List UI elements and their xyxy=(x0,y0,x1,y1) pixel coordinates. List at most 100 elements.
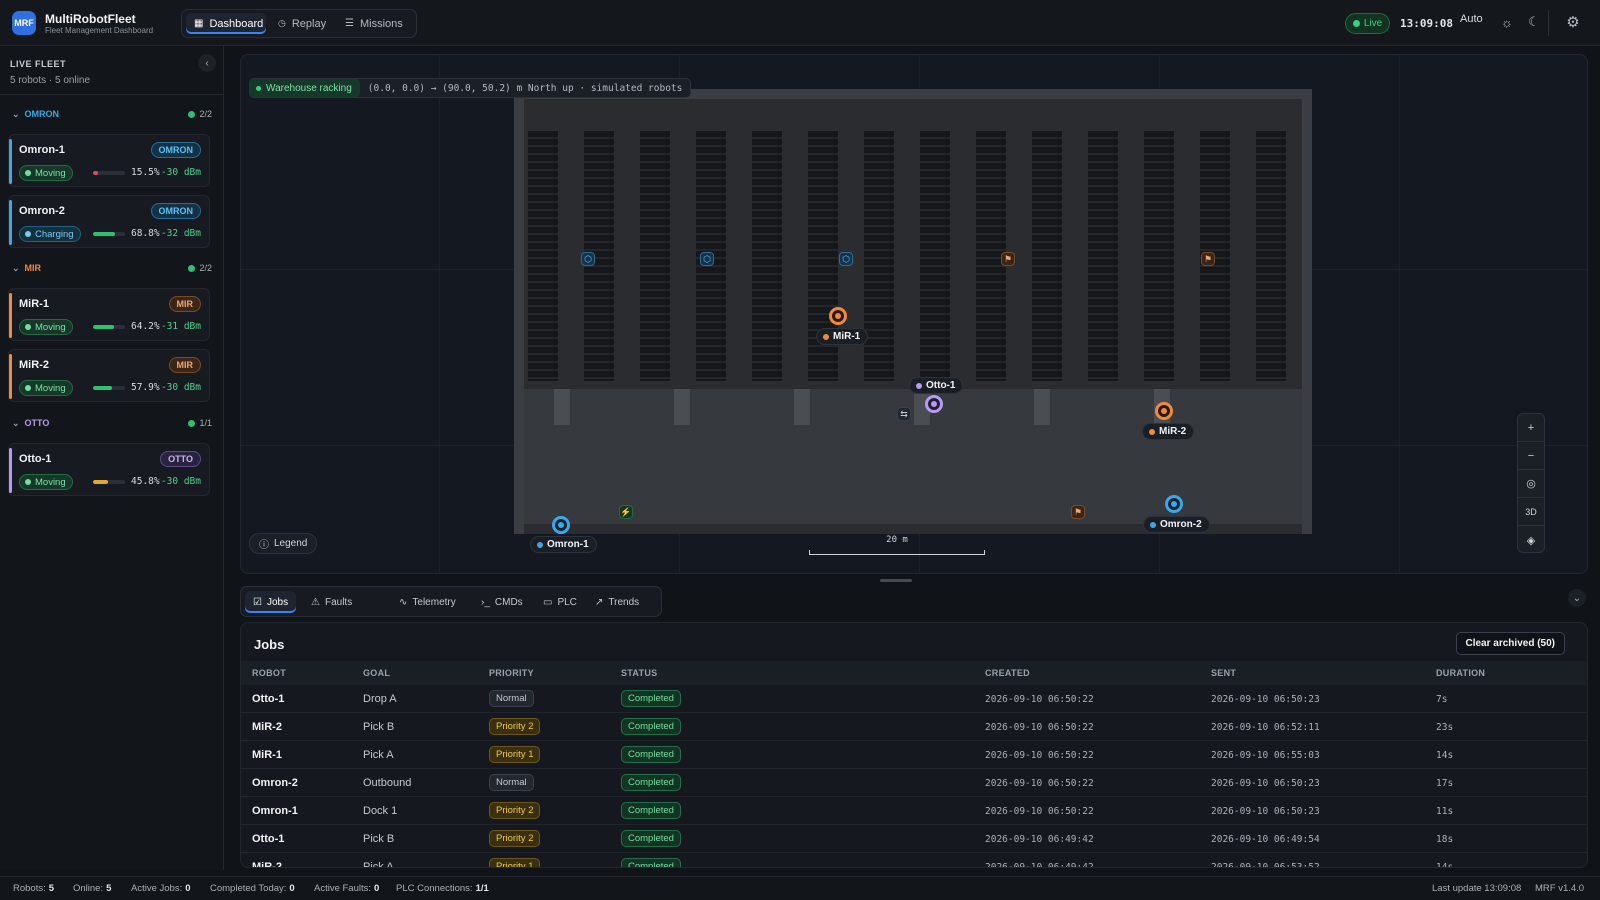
robot-label-mir-1[interactable]: MiR-1 xyxy=(816,328,869,345)
cell-goal: Outbound xyxy=(363,777,412,789)
group-header-mir[interactable]: ⌄ MIR 2/2 xyxy=(12,262,212,278)
stat-label: Online: xyxy=(73,883,104,894)
site-badge[interactable]: Warehouse racking xyxy=(250,79,360,97)
cell-goal: Pick A xyxy=(363,749,394,761)
tab-faults[interactable]: ⚠ Faults xyxy=(303,591,360,613)
fleet-map[interactable]: Warehouse racking (0.0, 0.0) → (90.0, 50… xyxy=(240,54,1588,574)
scale-line xyxy=(809,550,985,555)
charger-icon[interactable]: ⚡ xyxy=(619,505,633,519)
cell-created: 2026-09-10 06:50:22 xyxy=(985,694,1094,705)
pickup-point-icon[interactable]: ⬡ xyxy=(700,252,714,266)
robot-card-mir-1[interactable]: MiR-1 MIR Moving 64.2% -31 dBm xyxy=(8,288,210,341)
nav-tab-replay[interactable]: ◷ Replay xyxy=(270,13,334,34)
warning-icon: ⚠ xyxy=(311,596,320,608)
robot-name: Otto-1 xyxy=(19,453,52,465)
site-label: Warehouse racking xyxy=(266,82,352,94)
app-logo[interactable]: MRF xyxy=(12,11,36,35)
table-row[interactable]: MiR-2 Pick A Priority 1 Completed 2026-09-10… xyxy=(241,853,1587,868)
stat-plc: PLC Connections: 1/1 xyxy=(396,883,489,894)
table-row[interactable]: MiR-1 Pick A Priority 1 Completed 2026-09-10… xyxy=(241,741,1587,769)
rack xyxy=(752,131,782,381)
tab-cmds[interactable]: ›_ CMDs xyxy=(473,591,531,613)
collapse-panel-button[interactable]: ⌄ xyxy=(1568,589,1586,607)
col-goal[interactable]: GOAL xyxy=(363,668,390,678)
robot-label-omron-1[interactable]: Omron-1 xyxy=(530,536,597,553)
collapse-sidebar-button[interactable]: ‹ xyxy=(198,54,216,72)
table-row[interactable]: Otto-1 Drop A Normal Completed 2026-09-10 06… xyxy=(241,685,1587,713)
live-status-badge[interactable]: Live xyxy=(1345,13,1390,34)
robot-marker-omron-2[interactable] xyxy=(1165,495,1183,513)
state-text: Moving xyxy=(35,167,66,179)
waypoint-icon[interactable]: ⇆ xyxy=(897,407,911,421)
zoom-out-button[interactable]: − xyxy=(1518,442,1544,470)
legend-button[interactable]: ⓘ Legend xyxy=(249,533,318,554)
dock-door xyxy=(794,389,810,425)
warehouse-floorplan-image xyxy=(514,89,1312,534)
robot-card-otto-1[interactable]: Otto-1 OTTO Moving 45.8% -30 dBm xyxy=(8,443,210,496)
table-row[interactable]: Omron-2 Outbound Normal Completed 2026-09-10… xyxy=(241,769,1587,797)
state-dot-icon xyxy=(25,385,31,391)
pickup-point-icon[interactable]: ⬡ xyxy=(581,252,595,266)
robot-label-text: Otto-1 xyxy=(926,380,956,391)
checklist-icon: ☑ xyxy=(253,596,262,608)
moon-icon[interactable]: ☾ xyxy=(1525,13,1543,31)
zoom-in-button[interactable]: + xyxy=(1518,414,1544,442)
col-priority[interactable]: PRIORITY xyxy=(489,668,534,678)
col-robot[interactable]: ROBOT xyxy=(252,668,286,678)
tab-label: Trends xyxy=(608,596,640,608)
stat-robots: Robots: 5 xyxy=(13,883,54,894)
group-header-otto[interactable]: ⌄ OTTO 1/1 xyxy=(12,417,212,433)
gear-icon[interactable]: ⚙ xyxy=(1564,13,1582,31)
col-sent[interactable]: SENT xyxy=(1211,668,1236,678)
sun-icon[interactable]: ☼ xyxy=(1498,13,1516,31)
flag-icon[interactable]: ⚑ xyxy=(1201,252,1215,266)
robot-label-omron-2[interactable]: Omron-2 xyxy=(1143,516,1210,533)
group-count-text: 2/2 xyxy=(199,263,212,273)
col-status[interactable]: STATUS xyxy=(621,668,657,678)
robot-card-omron-2[interactable]: Omron-2 OMRON Charging 68.8% -32 dBm xyxy=(8,195,210,248)
table-row[interactable]: Otto-1 Pick B Priority 2 Completed 2026-09-1… xyxy=(241,825,1587,853)
table-row[interactable]: MiR-2 Pick B Priority 2 Completed 2026-09-10… xyxy=(241,713,1587,741)
play-icon: ◷ xyxy=(278,18,286,28)
nav-tab-dashboard[interactable]: ▦ Dashboard xyxy=(186,13,266,34)
tab-telemetry[interactable]: ∿ Telemetry xyxy=(391,591,464,613)
tab-jobs[interactable]: ☑ Jobs xyxy=(245,591,297,613)
floor-wall xyxy=(1302,89,1312,534)
tab-plc[interactable]: ▭ PLC xyxy=(535,591,585,613)
robot-marker-omron-1[interactable] xyxy=(552,516,570,534)
robot-label-otto-1[interactable]: Otto-1 xyxy=(909,377,964,394)
flag-icon[interactable]: ⚑ xyxy=(1071,505,1085,519)
layers-button[interactable]: ◈ xyxy=(1518,526,1544,554)
battery-fill xyxy=(93,386,112,390)
tab-trends[interactable]: ↗ Trends xyxy=(587,591,647,613)
state-badge: Moving xyxy=(19,380,73,396)
robot-card-mir-2[interactable]: MiR-2 MIR Moving 57.9% -30 dBm xyxy=(8,349,210,402)
pickup-point-icon[interactable]: ⬡ xyxy=(839,252,853,266)
robot-marker-mir-1[interactable] xyxy=(829,307,847,325)
panel-resize-handle[interactable] xyxy=(880,579,912,582)
layers-icon: ◈ xyxy=(1526,534,1536,547)
grid-line xyxy=(1399,55,1400,573)
clear-archived-button[interactable]: Clear archived (50) xyxy=(1455,632,1565,655)
robot-label-text: MiR-2 xyxy=(1159,426,1187,437)
group-header-omron[interactable]: ⌄ OMRON 2/2 xyxy=(12,108,212,124)
cell-robot: Omron-2 xyxy=(252,777,298,789)
toggle-3d-button[interactable]: 3D xyxy=(1518,498,1544,526)
table-row[interactable]: Omron-1 Dock 1 Priority 2 Completed 2026-09-… xyxy=(241,797,1587,825)
robot-card-omron-1[interactable]: Omron-1 OMRON Moving 15.5% -30 dBm xyxy=(8,134,210,187)
cell-sent: 2026-09-10 06:53:52 xyxy=(1211,862,1320,868)
theme-auto-button[interactable]: Auto xyxy=(1460,13,1483,25)
chevron-down-icon: ⌄ xyxy=(12,109,20,119)
robot-marker-mir-2[interactable] xyxy=(1155,402,1173,420)
flag-icon[interactable]: ⚑ xyxy=(1001,252,1015,266)
col-duration[interactable]: DURATION xyxy=(1436,668,1485,678)
nav-tab-missions[interactable]: ☰ Missions xyxy=(337,13,413,34)
trend-icon: ↗ xyxy=(595,596,604,608)
col-created[interactable]: CREATED xyxy=(985,668,1030,678)
cell-duration: 17s xyxy=(1436,778,1454,789)
robot-label-mir-2[interactable]: MiR-2 xyxy=(1142,423,1195,440)
robot-marker-otto-1[interactable] xyxy=(925,395,943,413)
cell-duration: 18s xyxy=(1436,834,1454,845)
cell-sent: 2026-09-10 06:50:23 xyxy=(1211,694,1320,705)
recenter-button[interactable]: ◎ xyxy=(1518,470,1544,498)
